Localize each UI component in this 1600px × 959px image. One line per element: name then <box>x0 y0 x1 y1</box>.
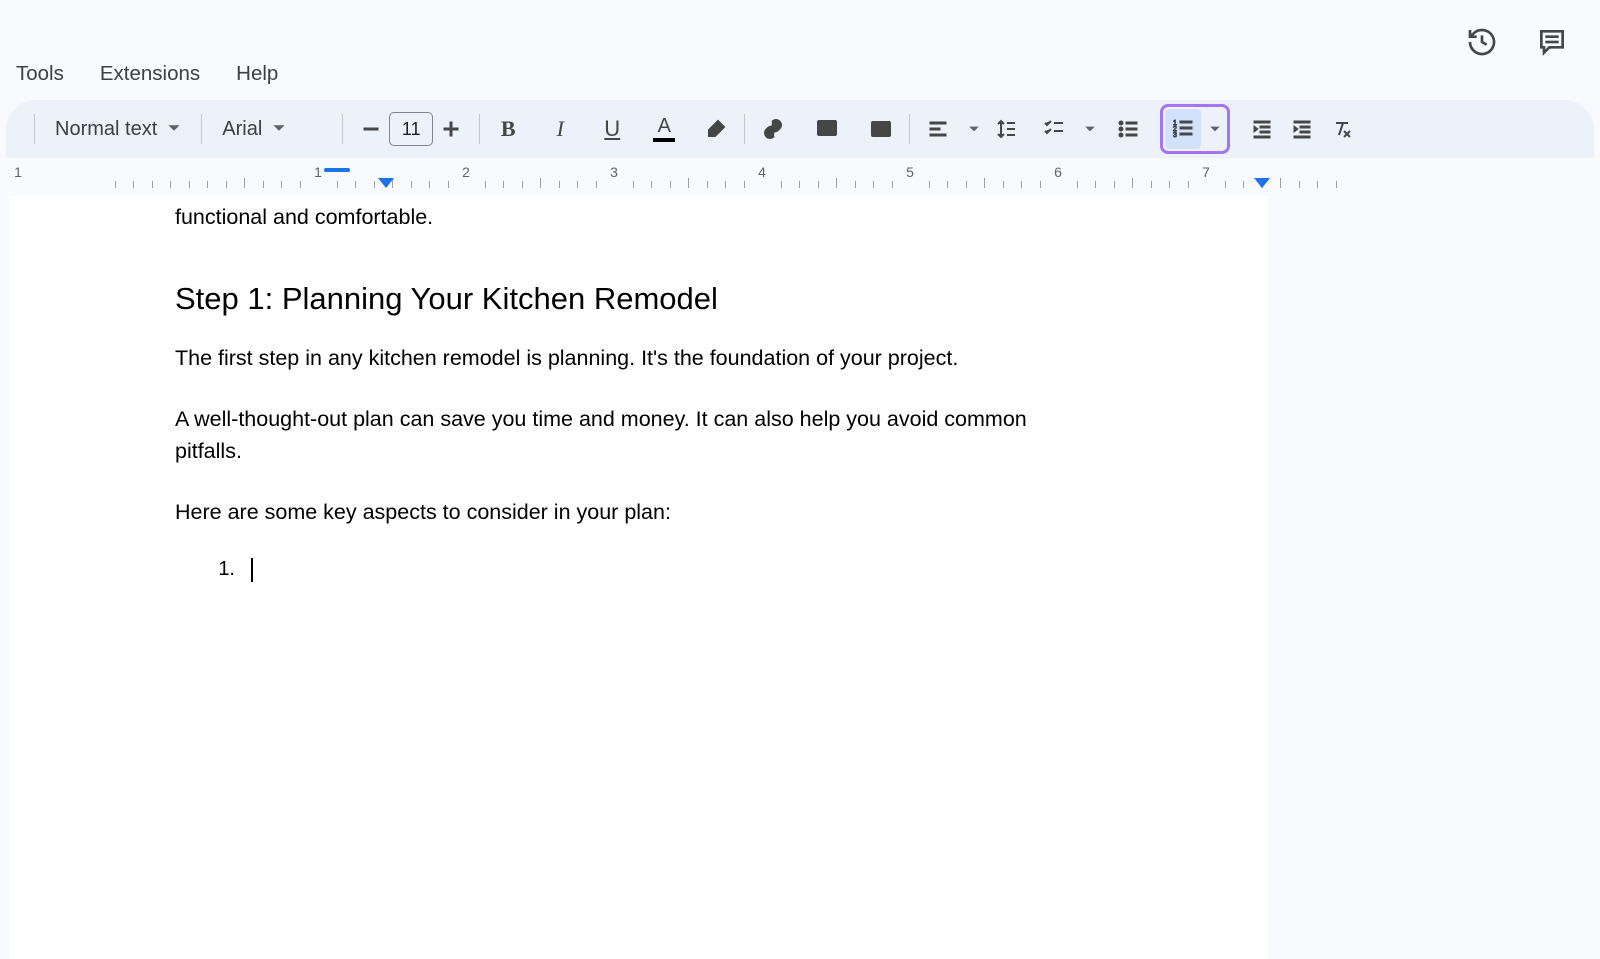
paragraph[interactable]: The first step in any kitchen remodel is… <box>175 343 1095 374</box>
comments-icon[interactable] <box>1536 26 1568 58</box>
align-chevron-icon[interactable] <box>960 123 984 135</box>
italic-button[interactable]: I <box>542 109 578 149</box>
text-cursor <box>251 558 253 582</box>
paragraph-style-dropdown[interactable]: Normal text <box>45 109 191 149</box>
document-body[interactable]: functional and comfortable. Step 1: Plan… <box>175 196 1095 582</box>
ruler-number: 4 <box>758 164 766 180</box>
font-family-dropdown[interactable]: Arial <box>212 109 332 149</box>
chevron-down-icon <box>167 118 181 141</box>
align-button[interactable] <box>920 109 956 149</box>
paragraph[interactable]: Here are some key aspects to consider in… <box>175 497 1095 528</box>
clear-formatting-button[interactable] <box>1324 109 1360 149</box>
heading-step1[interactable]: Step 1: Planning Your Kitchen Remodel <box>175 281 1095 317</box>
paragraph[interactable]: A well-thought-out plan can save you tim… <box>175 404 1095 466</box>
numbered-list-button[interactable]: 123 <box>1165 109 1201 149</box>
checklist-chevron-icon[interactable] <box>1076 123 1100 135</box>
add-comment-button[interactable] <box>809 109 845 149</box>
right-indent-marker[interactable] <box>1254 178 1270 188</box>
list-item[interactable]: 1. <box>215 558 1095 582</box>
list-number: 1. <box>215 558 235 581</box>
highlight-color-button[interactable] <box>698 109 734 149</box>
font-size-value: 11 <box>402 119 421 140</box>
font-size-input[interactable]: 11 <box>389 112 433 146</box>
numbered-list-highlight: 123 <box>1160 104 1230 154</box>
left-indent-marker[interactable] <box>378 178 394 188</box>
svg-text:3: 3 <box>1173 132 1177 139</box>
page-container: functional and comfortable. Step 1: Plan… <box>6 196 1594 959</box>
insert-link-button[interactable] <box>755 109 791 149</box>
decrease-indent-button[interactable] <box>1244 109 1280 149</box>
ruler-number: 3 <box>610 164 618 180</box>
ruler-number: 5 <box>906 164 914 180</box>
increase-indent-button[interactable] <box>1284 109 1320 149</box>
font-size-increase-button[interactable] <box>433 109 469 149</box>
numbered-list-chevron-icon[interactable] <box>1201 123 1225 135</box>
page[interactable]: functional and comfortable. Step 1: Plan… <box>9 196 1268 959</box>
menu-help[interactable]: Help <box>232 58 282 90</box>
ruler-number: 6 <box>1054 164 1062 180</box>
ruler-number: 7 <box>1202 164 1210 180</box>
underline-button[interactable]: U <box>594 109 630 149</box>
line-spacing-button[interactable] <box>988 109 1024 149</box>
toolbar: Normal text Arial 11 B I U A <box>6 100 1594 158</box>
version-history-icon[interactable] <box>1466 26 1498 58</box>
menu-tools[interactable]: Tools <box>12 58 68 90</box>
ruler-number: 1 <box>14 164 22 180</box>
font-family-label: Arial <box>222 118 262 141</box>
ruler-number: 1 <box>314 164 322 180</box>
text-color-button[interactable]: A <box>646 109 682 149</box>
numbered-list[interactable]: 1. <box>215 558 1095 582</box>
insert-image-button[interactable] <box>863 109 899 149</box>
menubar: Tools Extensions Help <box>0 0 1600 100</box>
first-line-indent-marker[interactable] <box>324 168 350 172</box>
menu-extensions[interactable]: Extensions <box>96 58 204 90</box>
paragraph-fragment[interactable]: functional and comfortable. <box>175 202 1095 233</box>
bulleted-list-button[interactable] <box>1110 109 1146 149</box>
bold-button[interactable]: B <box>490 109 526 149</box>
paragraph-style-label: Normal text <box>55 118 157 141</box>
ruler-number: 2 <box>462 164 470 180</box>
ruler[interactable]: 1 1 2 3 4 5 6 7 <box>6 158 1594 188</box>
font-size-decrease-button[interactable] <box>353 109 389 149</box>
checklist-button[interactable] <box>1036 109 1072 149</box>
chevron-down-icon <box>272 118 286 141</box>
